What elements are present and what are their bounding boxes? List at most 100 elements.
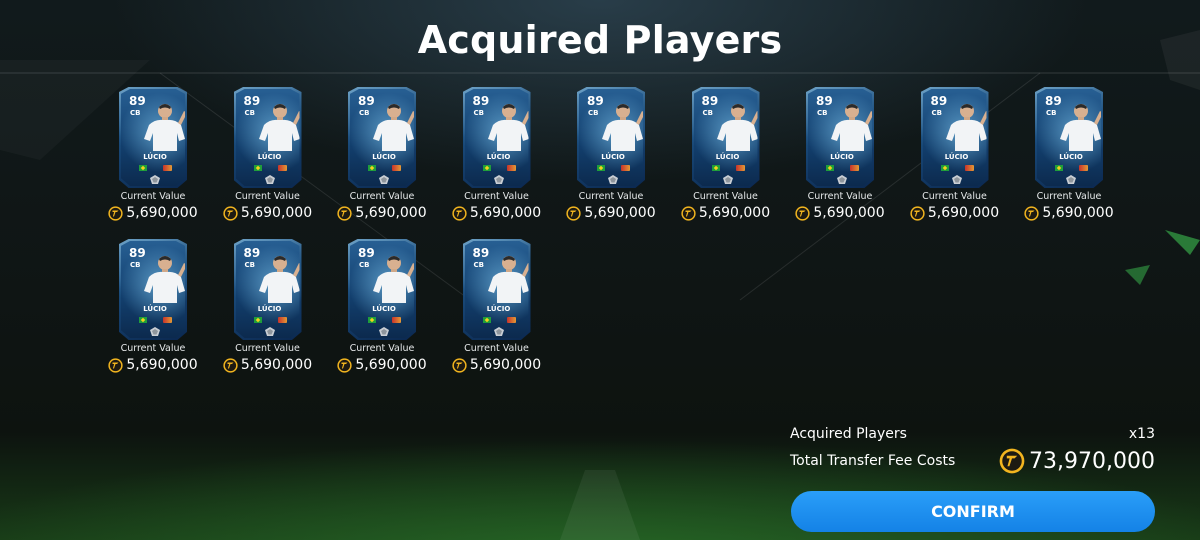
fc-coin-icon xyxy=(999,448,1025,474)
player-name: LÚCIO xyxy=(486,305,511,313)
fc-coin-icon xyxy=(223,357,238,373)
player-name: LÚCIO xyxy=(944,153,969,161)
fc-coin-icon xyxy=(108,357,123,373)
current-value-label: Current Value xyxy=(235,191,300,202)
player-item[interactable]: 89 CB LÚCIO Current Value 5,690,000 xyxy=(96,239,210,373)
brazil-flag-icon xyxy=(368,317,376,323)
brazil-flag-icon xyxy=(139,317,147,323)
current-value-amount: 5,690,000 xyxy=(240,205,313,221)
brazil-flag-icon xyxy=(826,165,834,171)
player-card[interactable]: 89 CB LÚCIO xyxy=(233,87,302,188)
current-value: 5,690,000 xyxy=(337,205,427,221)
player-position: CB xyxy=(588,109,599,117)
rarity-badge-icon xyxy=(722,175,733,184)
brazil-flag-icon xyxy=(139,165,147,171)
player-item[interactable]: 89 CB LÚCIO Current Value 5,690,000 xyxy=(440,239,554,373)
current-value: 5,690,000 xyxy=(452,357,541,373)
player-image xyxy=(487,104,529,151)
current-value-amount: 5,690,000 xyxy=(355,205,427,221)
player-position: CB xyxy=(473,109,484,117)
player-position: CB xyxy=(1046,109,1057,117)
player-item[interactable]: 89 CB LÚCIO Current Value 5,690,000 xyxy=(211,87,325,221)
brazil-flag-icon xyxy=(1055,165,1063,171)
current-value-label: Current Value xyxy=(349,191,415,202)
total-fee-label: Total Transfer Fee Costs xyxy=(790,453,956,469)
player-card[interactable]: 89 CB LÚCIO xyxy=(348,239,416,340)
player-name: LÚCIO xyxy=(257,305,282,313)
player-item[interactable]: 89 CB LÚCIO Current Value 5,690,000 xyxy=(325,87,439,221)
current-value: 5,690,000 xyxy=(452,205,541,221)
current-value: 5,690,000 xyxy=(681,205,770,221)
total-fee-value: 73,970,000 xyxy=(1029,448,1155,474)
brazil-flag-icon xyxy=(368,165,376,171)
player-position: CB xyxy=(817,109,828,117)
player-image xyxy=(1060,104,1101,151)
player-position: CB xyxy=(473,261,484,269)
current-value: 5,690,000 xyxy=(223,205,312,221)
player-card[interactable]: 89 CB LÚCIO xyxy=(691,87,760,188)
player-image xyxy=(373,104,414,151)
brazil-flag-icon xyxy=(482,165,491,171)
current-value-label: Current Value xyxy=(693,191,758,202)
current-value-label: Current Value xyxy=(464,191,529,202)
fc-coin-icon xyxy=(108,205,123,221)
player-position: CB xyxy=(244,109,255,117)
current-value-label: Current Value xyxy=(578,191,644,202)
player-image xyxy=(144,256,185,303)
current-value: 5,690,000 xyxy=(566,205,656,221)
fc-coin-icon xyxy=(223,205,238,221)
current-value-amount: 5,690,000 xyxy=(126,357,198,373)
player-item[interactable]: 89 CB LÚCIO Current Value 5,690,000 xyxy=(783,87,897,221)
fc-coin-icon xyxy=(681,205,696,221)
confirm-button[interactable]: CONFIRM xyxy=(791,491,1155,532)
player-item[interactable]: 89 CB LÚCIO Current Value 5,690,000 xyxy=(96,87,210,221)
acquired-count: x13 xyxy=(1128,426,1155,442)
player-position: CB xyxy=(359,261,370,269)
player-item[interactable]: 89 CB LÚCIO Current Value 5,690,000 xyxy=(325,239,439,373)
player-card[interactable]: 89 CB LÚCIO xyxy=(119,239,187,340)
player-card[interactable]: 89 CB LÚCIO xyxy=(233,239,302,340)
current-value-label: Current Value xyxy=(922,191,987,202)
player-name: LÚCIO xyxy=(257,153,282,161)
player-item[interactable]: 89 CB LÚCIO Current Value 5,690,000 xyxy=(1012,87,1126,221)
player-card[interactable]: 89 CB LÚCIO xyxy=(462,87,531,188)
player-position: CB xyxy=(130,109,141,117)
rarity-badge-icon xyxy=(493,327,504,336)
player-card[interactable]: 89 CB LÚCIO xyxy=(577,87,645,188)
player-position: CB xyxy=(244,261,255,269)
player-card[interactable]: 89 CB LÚCIO xyxy=(462,239,531,340)
player-position: CB xyxy=(359,109,370,117)
rarity-badge-icon xyxy=(150,175,160,184)
player-name: LÚCIO xyxy=(1059,153,1083,161)
rarity-badge-icon xyxy=(379,327,389,336)
player-grid: 89 CB LÚCIO Current Value 5,690,000 89 CB LÚCIO… xyxy=(96,87,1116,373)
player-card[interactable]: 89 CB LÚCIO xyxy=(806,87,874,188)
current-value-amount: 5,690,000 xyxy=(469,205,542,221)
player-item[interactable]: 89 CB LÚCIO Current Value 5,690,000 xyxy=(211,239,325,373)
player-card[interactable]: 89 CB LÚCIO xyxy=(920,87,989,188)
current-value: 5,690,000 xyxy=(108,205,198,221)
current-value-label: Current Value xyxy=(464,343,529,354)
player-image xyxy=(602,104,643,151)
player-card[interactable]: 89 CB LÚCIO xyxy=(119,87,187,188)
club-badge-icon xyxy=(277,165,287,171)
player-image xyxy=(831,104,872,151)
current-value: 5,690,000 xyxy=(910,205,999,221)
current-value-label: Current Value xyxy=(1036,191,1102,202)
player-name: LÚCIO xyxy=(143,153,167,161)
player-item[interactable]: 89 CB LÚCIO Current Value 5,690,000 xyxy=(669,87,783,221)
current-value-label: Current Value xyxy=(349,343,415,354)
club-badge-icon xyxy=(506,317,516,323)
player-item[interactable]: 89 CB LÚCIO Current Value 5,690,000 xyxy=(440,87,554,221)
rarity-badge-icon xyxy=(837,175,847,184)
club-badge-icon xyxy=(1079,165,1088,171)
player-image xyxy=(945,104,987,151)
player-card[interactable]: 89 CB LÚCIO xyxy=(348,87,416,188)
rarity-badge-icon xyxy=(493,175,504,184)
club-badge-icon xyxy=(850,165,859,171)
player-item[interactable]: 89 CB LÚCIO Current Value 5,690,000 xyxy=(898,87,1012,221)
player-card[interactable]: 89 CB LÚCIO xyxy=(1035,87,1103,188)
current-value: 5,690,000 xyxy=(1024,205,1114,221)
player-item[interactable]: 89 CB LÚCIO Current Value 5,690,000 xyxy=(554,87,668,221)
brazil-flag-icon xyxy=(940,165,949,171)
